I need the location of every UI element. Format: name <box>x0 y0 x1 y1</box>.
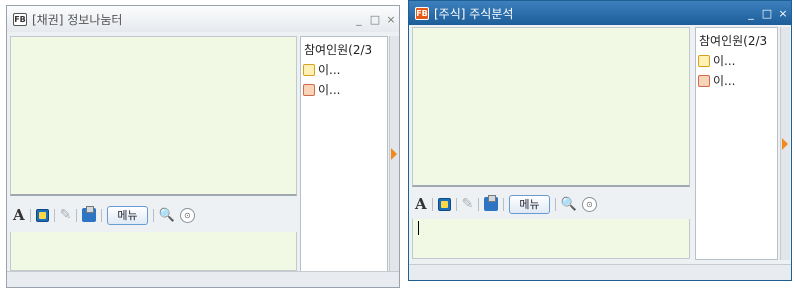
message-input[interactable] <box>412 219 690 259</box>
toolbar-divider <box>554 197 556 211</box>
minimize-button[interactable]: _ <box>743 7 759 20</box>
crown-face-icon <box>698 54 710 67</box>
toolbar-divider <box>76 208 78 222</box>
text-caret <box>418 221 419 235</box>
fb-logo-icon: FB <box>13 12 27 26</box>
chat-log-area[interactable] <box>10 36 297 196</box>
member-name: 이... <box>713 74 736 88</box>
crown-face-icon <box>303 63 315 76</box>
member-item[interactable]: 이... <box>696 69 777 89</box>
window-title: [채권] 정보나눔터 <box>32 12 123 27</box>
members-panel: 참여인원(2/3 이... 이... <box>300 36 388 272</box>
minimize-button[interactable]: _ <box>351 13 367 26</box>
toolbar-divider <box>431 197 433 211</box>
status-bar <box>409 264 791 280</box>
search-icon[interactable]: 🔍 <box>159 208 175 223</box>
member-name: 이... <box>318 83 341 97</box>
member-item[interactable]: 이... <box>301 78 387 98</box>
member-item[interactable]: 이... <box>696 49 777 69</box>
toolbar-divider <box>478 197 480 211</box>
toolbar-divider <box>455 197 457 211</box>
toolbar-divider <box>53 208 55 222</box>
fb-logo-icon: FB <box>415 6 429 20</box>
toolbar-divider <box>152 208 154 222</box>
members-panel: 참여인원(2/3 이... 이... <box>695 27 778 260</box>
members-header: 참여인원(2/3 <box>304 43 373 57</box>
title-bar[interactable]: FB [채권] 정보나눔터 _ □ × <box>7 6 399 32</box>
close-button[interactable]: × <box>775 7 791 20</box>
chat-window-stocks: FB [주식] 주식분석 _ □ × A ✎ 메뉴 🔍 ⊙ 참여인원(2/3 이… <box>408 0 792 281</box>
close-button[interactable]: × <box>383 13 399 26</box>
pen-icon[interactable]: ✎ <box>60 207 72 223</box>
member-name: 이... <box>318 63 341 77</box>
window-title: [주식] 주식분석 <box>434 6 514 21</box>
pen-icon[interactable]: ✎ <box>462 196 474 212</box>
clipboard-icon[interactable] <box>484 195 499 211</box>
chat-window-bonds: FB [채권] 정보나눔터 _ □ × A ✎ 메뉴 🔍 ⊙ 참여인원(2/3 … <box>6 5 400 288</box>
clipboard-icon[interactable] <box>82 206 97 222</box>
girl-face-icon <box>303 83 315 96</box>
scroll-toggle-icon[interactable]: ⊙ <box>581 196 597 212</box>
font-icon[interactable]: A <box>13 206 25 224</box>
toolbar-divider <box>29 208 31 222</box>
member-name: 이... <box>713 54 736 68</box>
emoticon-icon[interactable] <box>437 197 451 211</box>
scroll-toggle-icon[interactable]: ⊙ <box>179 207 195 223</box>
collapse-arrow-icon[interactable] <box>782 137 788 150</box>
menu-button[interactable]: 메뉴 <box>107 205 148 225</box>
toolbar-divider <box>503 197 505 211</box>
panel-splitter[interactable] <box>780 27 790 260</box>
menu-button[interactable]: 메뉴 <box>509 194 550 214</box>
font-icon[interactable]: A <box>415 195 427 213</box>
girl-face-icon <box>698 74 710 87</box>
emoticon-icon[interactable] <box>35 208 49 222</box>
panel-splitter[interactable] <box>389 36 399 272</box>
title-bar[interactable]: FB [주식] 주식분석 _ □ × <box>409 1 791 25</box>
search-icon[interactable]: 🔍 <box>561 197 577 212</box>
chat-toolbar: A ✎ 메뉴 🔍 ⊙ <box>13 203 200 227</box>
message-input[interactable] <box>10 232 297 271</box>
member-item[interactable]: 이... <box>301 58 387 78</box>
chat-toolbar: A ✎ 메뉴 🔍 ⊙ <box>415 192 602 216</box>
members-header: 참여인원(2/3 <box>699 34 768 48</box>
chat-log-area[interactable] <box>412 27 690 187</box>
collapse-arrow-icon[interactable] <box>391 148 397 160</box>
maximize-button[interactable]: □ <box>367 13 383 26</box>
maximize-button[interactable]: □ <box>759 7 775 20</box>
toolbar-divider <box>101 208 103 222</box>
status-bar <box>7 271 399 287</box>
